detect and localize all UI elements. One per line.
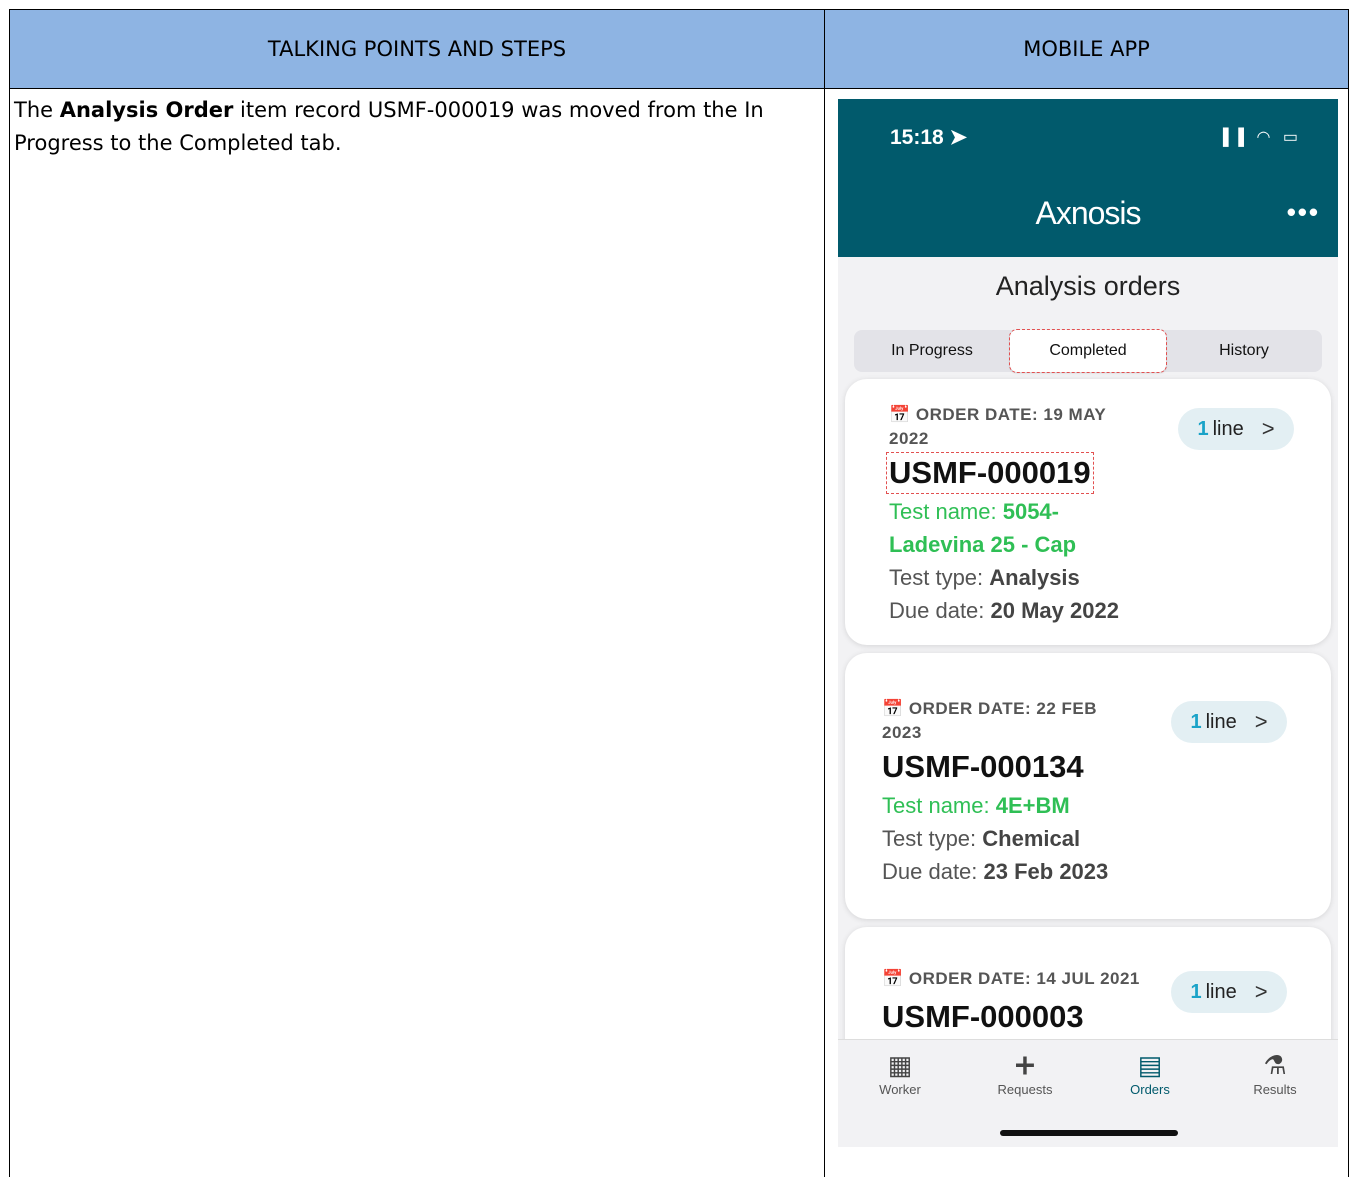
chevron-right-icon: > [1254,979,1268,1004]
tab-in-progress[interactable]: In Progress [854,330,1010,372]
order-date: 📅 ORDER DATE: 14 JUL 2021 [882,969,1140,988]
nav-worker[interactable]: ▦ Worker [845,1048,955,1097]
header-mobile-app: MOBILE APP [824,9,1349,89]
test-type: Test type: Chemical [882,826,1081,851]
tab-history[interactable]: History [1166,330,1322,372]
lines-button[interactable]: 1 line > [1171,701,1287,743]
order-card[interactable]: 📅 ORDER DATE: 19 MAY 2022 1 line > USMF-… [845,379,1331,645]
orders-icon: ▤ [1137,1050,1163,1080]
order-number: USMF-000003 [882,999,1084,1034]
nav-requests[interactable]: ➕︎ Requests [970,1048,1080,1097]
app-header: 15:18 ➤ ▐▐ ◠ ▭ Axnosis ••• [838,99,1338,257]
page-title: Analysis orders [995,271,1181,301]
tab-completed[interactable]: Completed [1009,329,1167,373]
chevron-right-icon: > [1254,709,1268,734]
test-name: Test name: 4E+BM [882,793,1070,818]
test-type: Test type: Analysis [889,565,1080,590]
order-date: 📅 ORDER DATE: 19 MAY 2022 [889,405,1107,448]
mobile-app-screenshot: 15:18 ➤ ▐▐ ◠ ▭ Axnosis ••• Analysis orde… [838,99,1338,1147]
order-card[interactable]: 📅 ORDER DATE: 22 FEB 2023 1 line > USMF-… [845,653,1331,919]
table-border-middle [824,89,825,1177]
lines-button[interactable]: 1 line > [1178,408,1294,450]
more-options-icon[interactable]: ••• [1287,197,1320,228]
nav-orders[interactable]: ▤ Orders [1095,1048,1205,1097]
header-talking-points: TALKING POINTS AND STEPS [9,9,825,89]
tab-segmented-control: In Progress Completed History [854,329,1322,373]
test-name: Test name: 5054- Ladevina 25 - Cap [889,499,1077,557]
status-icons: ▐▐ ◠ ▭ [1217,129,1302,146]
flask-icon: ⚗ [1263,1050,1287,1080]
qr-code-icon: ▦ [887,1050,913,1080]
due-date: Due date: 23 Feb 2023 [882,859,1109,884]
lines-button[interactable]: 1 line > [1171,971,1287,1013]
status-time: 15:18 ➤ [890,126,968,149]
due-date: Due date: 20 May 2022 [889,598,1119,623]
nav-results[interactable]: ⚗ Results [1220,1048,1330,1097]
order-number: USMF-000134 [882,749,1084,784]
home-indicator [1000,1130,1178,1136]
order-number: USMF-000019 [886,452,1094,494]
table-border-left [9,89,10,1177]
add-person-icon: ➕︎ [1015,1050,1035,1080]
axnosis-logo: Axnosis [1035,195,1141,231]
order-date: 📅 ORDER DATE: 22 FEB 2023 [882,699,1098,742]
chevron-right-icon: > [1261,416,1275,441]
analysis-order-term: Analysis Order [59,98,234,122]
table-border-right [1348,89,1349,1177]
talking-point-text: The Analysis Order item record USMF-0000… [14,98,764,155]
